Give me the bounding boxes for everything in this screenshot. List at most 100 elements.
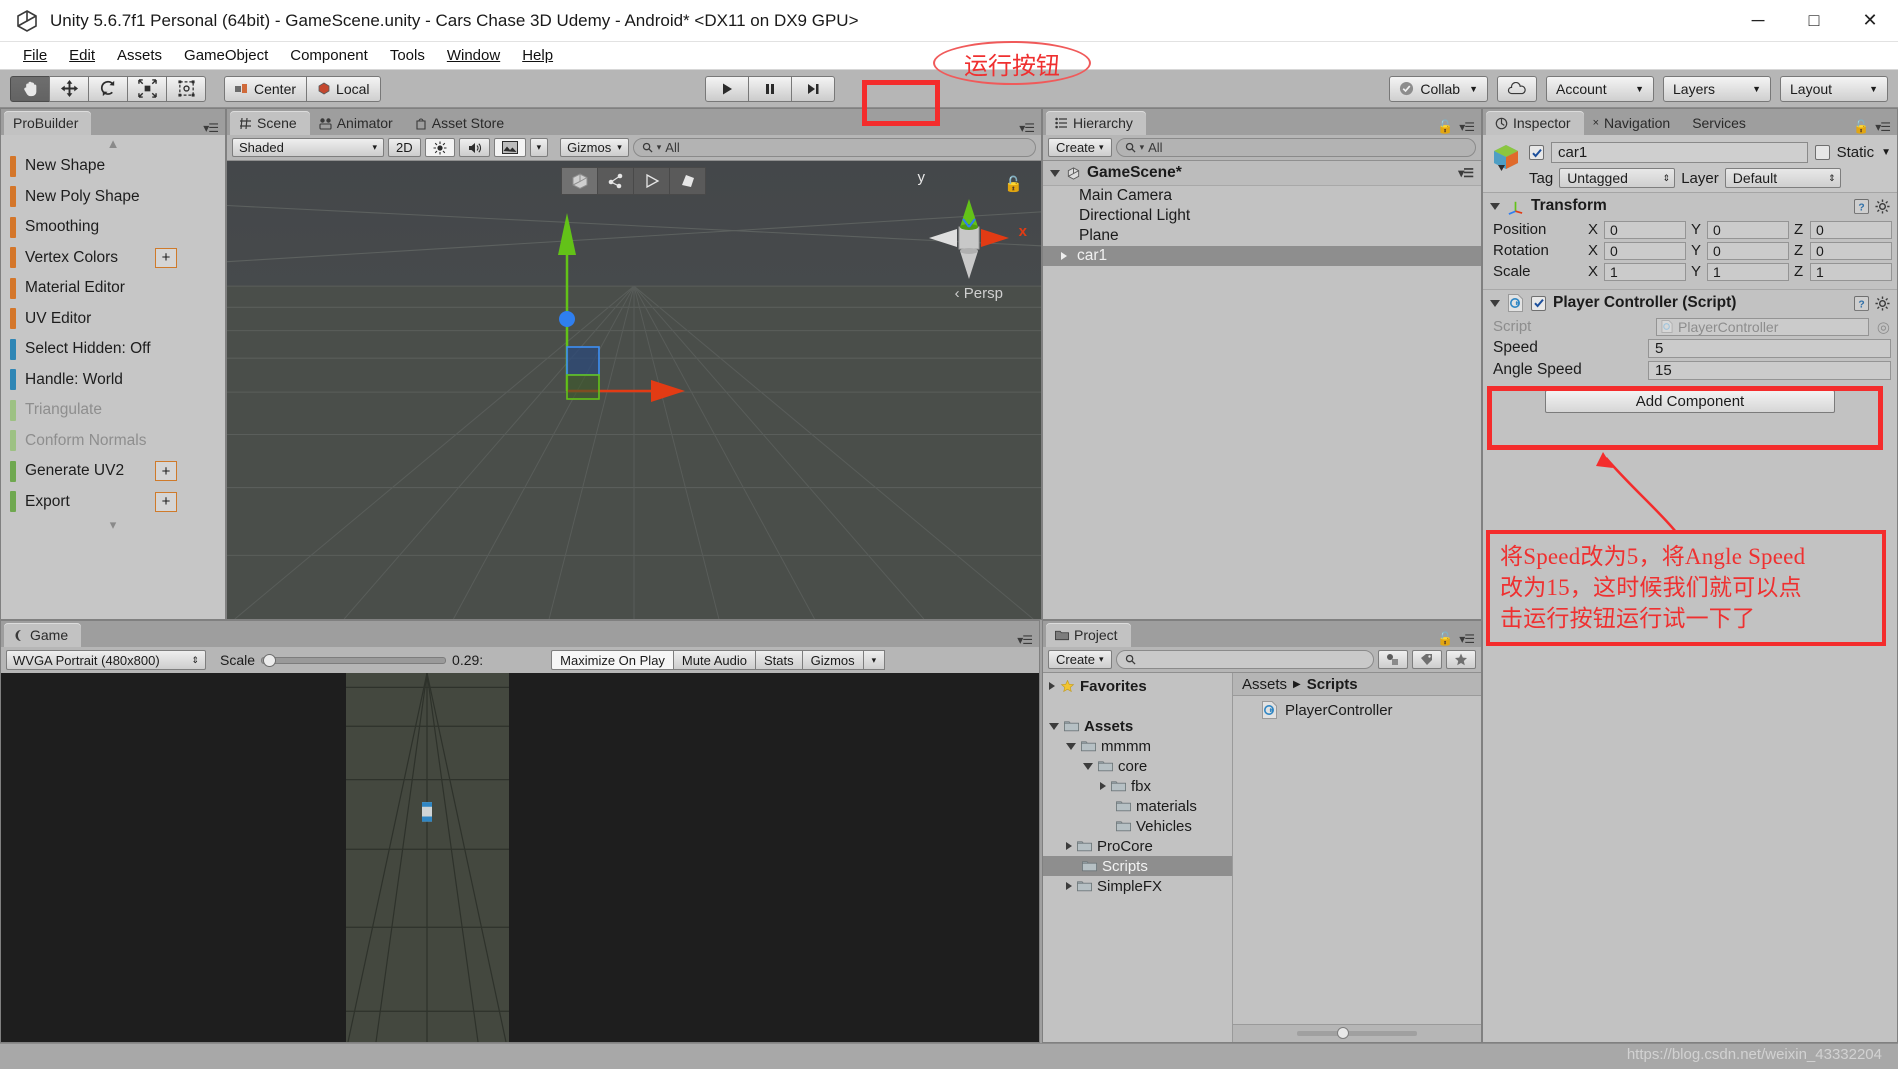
- project-zoom-slider[interactable]: [1297, 1027, 1417, 1039]
- transform-y-input[interactable]: 0: [1707, 220, 1789, 239]
- chevron-down-icon[interactable]: [1049, 722, 1059, 730]
- scene-lighting-toggle[interactable]: [424, 138, 455, 157]
- step-button[interactable]: [791, 75, 835, 102]
- project-favorites-button[interactable]: [1446, 650, 1476, 669]
- probuilder-item[interactable]: Generate UV2 +: [1, 456, 225, 487]
- project-tree-item[interactable]: ProCore: [1043, 836, 1232, 856]
- lock-icon[interactable]: 🔓: [1437, 119, 1453, 135]
- static-checkbox[interactable]: [1814, 145, 1830, 160]
- transform-z-input[interactable]: 0: [1810, 241, 1892, 260]
- layout-button[interactable]: Layout ▼: [1780, 75, 1888, 102]
- layers-button[interactable]: Layers ▼: [1663, 75, 1771, 102]
- project-tree-item[interactable]: core: [1043, 756, 1232, 776]
- play-button[interactable]: [705, 75, 749, 102]
- scale-tool-button[interactable]: [127, 75, 167, 102]
- stats-button[interactable]: Stats: [754, 650, 803, 670]
- lock-icon[interactable]: 🔓: [1004, 175, 1023, 193]
- probuilder-item[interactable]: Vertex Colors +: [1, 243, 225, 274]
- component-enabled-checkbox[interactable]: [1531, 295, 1546, 311]
- add-component-button[interactable]: Add Component: [1545, 390, 1835, 413]
- project-filter-label-button[interactable]: [1412, 650, 1442, 669]
- tab-asset-store[interactable]: Asset Store: [406, 111, 517, 135]
- transform-y-input[interactable]: 0: [1707, 241, 1789, 260]
- panel-menu-icon[interactable]: ▾☰: [1875, 120, 1891, 134]
- gear-icon[interactable]: [1875, 295, 1890, 311]
- help-icon[interactable]: ?: [1854, 198, 1869, 214]
- maximize-button[interactable]: □: [1786, 0, 1842, 42]
- chevron-down-icon[interactable]: [1083, 762, 1093, 770]
- game-aspect-dropdown[interactable]: WVGA Portrait (480x800) ⇕: [6, 650, 206, 670]
- menu-help[interactable]: Help: [511, 45, 564, 66]
- project-tree-item[interactable]: Vehicles: [1043, 816, 1232, 836]
- chevron-down-icon[interactable]: [1490, 299, 1500, 307]
- menu-assets[interactable]: Assets: [106, 45, 173, 66]
- project-tree-item[interactable]: Favorites: [1043, 676, 1232, 696]
- probuilder-item[interactable]: UV Editor: [1, 304, 225, 335]
- panel-menu-icon[interactable]: ▾☰: [1019, 121, 1035, 135]
- panel-menu-icon[interactable]: ▾☰: [1017, 633, 1033, 647]
- probuilder-item[interactable]: Material Editor: [1, 273, 225, 304]
- hierarchy-item[interactable]: Plane: [1043, 226, 1481, 246]
- transform-x-input[interactable]: 1: [1604, 262, 1686, 281]
- panel-menu-icon[interactable]: ▾☰: [1459, 120, 1475, 134]
- scene-audio-toggle[interactable]: [458, 138, 490, 157]
- game-gizmos-dropdown[interactable]: ▾: [862, 650, 886, 670]
- tab-services[interactable]: Services: [1683, 111, 1759, 135]
- chevron-down-icon[interactable]: ▼: [1881, 147, 1891, 158]
- project-tree-item[interactable]: SimpleFX: [1043, 876, 1232, 896]
- probuilder-item[interactable]: New Shape: [1, 151, 225, 182]
- move-tool-button[interactable]: [49, 75, 89, 102]
- script-property-input[interactable]: 5: [1648, 338, 1891, 358]
- transform-header[interactable]: Transform ?: [1483, 193, 1897, 219]
- transform-x-input[interactable]: 0: [1604, 220, 1686, 239]
- hierarchy-item[interactable]: Directional Light: [1043, 206, 1481, 226]
- scene-search-input[interactable]: ▾ All: [632, 138, 1036, 157]
- probuilder-item[interactable]: New Poly Shape: [1, 182, 225, 213]
- game-scale-slider[interactable]: [261, 650, 447, 670]
- hand-tool-button[interactable]: [10, 75, 50, 102]
- scene-2d-toggle[interactable]: 2D: [388, 138, 421, 157]
- probuilder-item-options-button[interactable]: +: [155, 247, 177, 268]
- hierarchy-create-button[interactable]: Create ▾: [1048, 138, 1112, 157]
- hierarchy-item[interactable]: car1: [1043, 246, 1481, 266]
- tab-inspector[interactable]: Inspector: [1486, 111, 1584, 135]
- game-gizmos-button[interactable]: Gizmos: [801, 650, 864, 670]
- hierarchy-search-input[interactable]: ▾ All: [1115, 138, 1476, 157]
- panel-menu-icon[interactable]: ▾☰: [1459, 632, 1475, 646]
- lock-icon[interactable]: 🔓: [1853, 119, 1869, 135]
- close-icon[interactable]: ×: [1593, 117, 1599, 129]
- project-filter-type-button[interactable]: [1378, 650, 1408, 669]
- maximize-on-play-button[interactable]: Maximize On Play: [551, 650, 674, 670]
- close-button[interactable]: ✕: [1842, 0, 1898, 42]
- project-tree-item[interactable]: fbx: [1043, 776, 1232, 796]
- chevron-down-icon[interactable]: [1050, 169, 1060, 177]
- chevron-right-icon[interactable]: [1049, 682, 1055, 690]
- minimize-button[interactable]: ─: [1730, 0, 1786, 42]
- tab-project[interactable]: Project: [1046, 623, 1131, 647]
- probuilder-item[interactable]: Handle: World: [1, 365, 225, 396]
- scene-gizmos-dropdown[interactable]: Gizmos ▾: [560, 138, 629, 157]
- scene-effects-toggle[interactable]: [493, 138, 526, 157]
- chevron-down-icon[interactable]: [1490, 202, 1500, 210]
- project-tree-item[interactable]: Scripts: [1043, 856, 1232, 876]
- probuilder-item-options-button[interactable]: +: [155, 491, 177, 512]
- transform-y-input[interactable]: 1: [1707, 262, 1789, 281]
- tag-dropdown[interactable]: Untagged ⇕: [1559, 168, 1676, 188]
- help-icon[interactable]: ?: [1854, 295, 1869, 311]
- transform-z-input[interactable]: 1: [1810, 262, 1892, 281]
- project-tree-item[interactable]: materials: [1043, 796, 1232, 816]
- probuilder-collapse-arrow[interactable]: ▲: [1, 135, 225, 151]
- transform-z-input[interactable]: 0: [1810, 220, 1892, 239]
- collab-button[interactable]: Collab ▼: [1389, 75, 1488, 102]
- probuilder-item[interactable]: Smoothing: [1, 212, 225, 243]
- breadcrumb-scripts[interactable]: Scripts: [1307, 676, 1358, 693]
- menu-window[interactable]: Window: [436, 45, 511, 66]
- project-search-input[interactable]: [1115, 650, 1374, 669]
- hierarchy-scene-row[interactable]: GameScene* ▾☰: [1043, 161, 1481, 186]
- probuilder-item[interactable]: Select Hidden: Off: [1, 334, 225, 365]
- project-create-button[interactable]: Create ▾: [1048, 650, 1112, 669]
- gear-icon[interactable]: [1875, 198, 1890, 214]
- scene-context-menu-icon[interactable]: ▾☰: [1458, 166, 1481, 180]
- menu-edit[interactable]: Edit: [58, 45, 106, 66]
- pivot-mode-button[interactable]: Center: [224, 75, 308, 102]
